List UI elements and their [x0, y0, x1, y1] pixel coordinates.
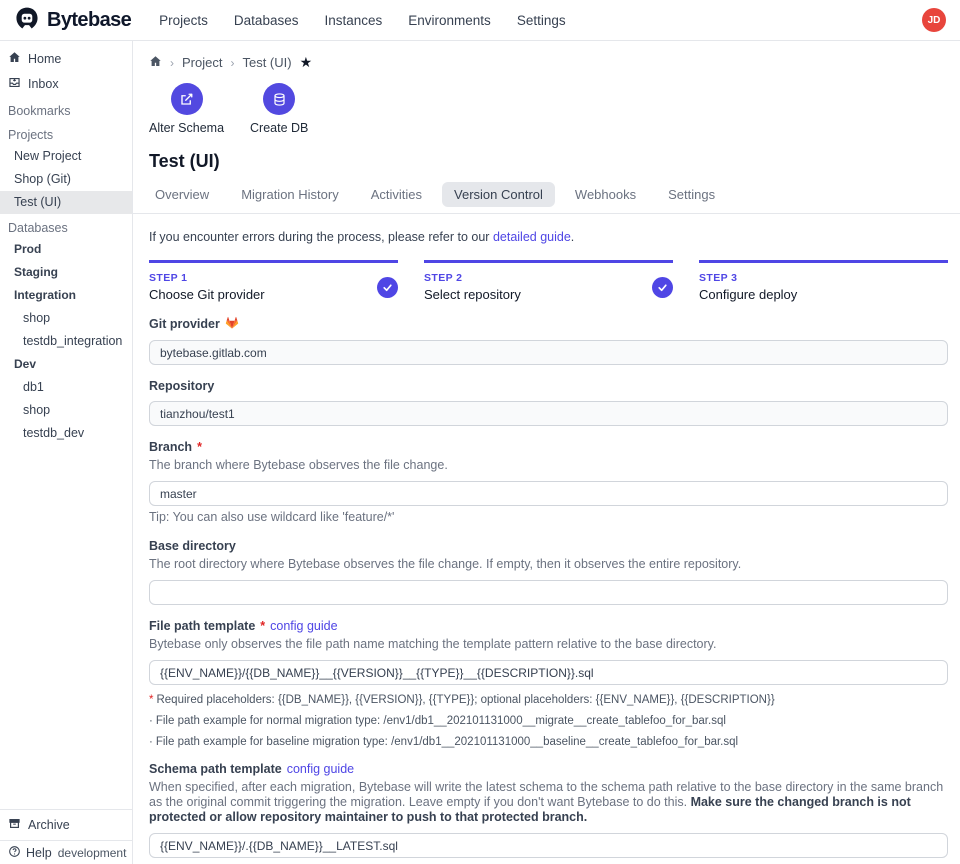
base-directory-field: Base directory The root directory where …	[149, 539, 948, 605]
branch-tip: Tip: You can also use wildcard like 'fea…	[149, 510, 948, 525]
environment-badge: development	[58, 846, 127, 860]
stepper: STEP 1 Choose Git provider STEP 2 Select…	[149, 260, 948, 302]
create-db-button[interactable]: Create DB	[250, 83, 308, 135]
tab-settings[interactable]: Settings	[656, 182, 727, 207]
error-notice: If you encounter errors during the proce…	[149, 230, 948, 244]
sidebar-item-new-project[interactable]: New Project	[0, 145, 132, 168]
git-provider-field: Git provider	[149, 316, 948, 365]
tab-version-control[interactable]: Version Control	[442, 182, 555, 207]
sidebar-env-integration[interactable]: Integration	[0, 284, 132, 307]
breadcrumb-home-icon[interactable]	[149, 55, 162, 71]
file-path-note-example-2: ·File path example for baseline migratio…	[149, 736, 948, 748]
sidebar-db-testdb-integration[interactable]: testdb_integration	[0, 330, 132, 353]
sidebar-item-test-ui[interactable]: Test (UI)	[0, 191, 132, 214]
schema-path-config-guide-link[interactable]: config guide	[287, 762, 354, 776]
user-avatar[interactable]: JD	[922, 8, 946, 32]
branch-input[interactable]	[149, 481, 948, 506]
database-icon	[263, 83, 295, 115]
schema-path-template-field: Schema path template config guide When s…	[149, 762, 948, 864]
sidebar-item-home[interactable]: Home	[0, 47, 132, 72]
detailed-guide-link[interactable]: detailed guide	[493, 230, 571, 244]
alter-schema-button[interactable]: Alter Schema	[149, 83, 224, 135]
nav-link-instances[interactable]: Instances	[324, 13, 382, 28]
nav-links: Projects Databases Instances Environment…	[159, 13, 565, 28]
archive-icon	[8, 817, 21, 833]
breadcrumb: › Project › Test (UI) ★	[133, 41, 960, 71]
step-2: STEP 2 Select repository	[424, 260, 673, 302]
nav-link-environments[interactable]: Environments	[408, 13, 491, 28]
tab-bar: Overview Migration History Activities Ve…	[133, 172, 960, 214]
bytebase-logo-icon	[14, 6, 40, 35]
brand-name: Bytebase	[47, 9, 131, 32]
main-content: › Project › Test (UI) ★ Alter Schema Cre…	[133, 41, 960, 864]
sidebar-db-testdb-dev[interactable]: testdb_dev	[0, 422, 132, 445]
tab-migration-history[interactable]: Migration History	[229, 182, 351, 207]
sidebar-footer: Help development	[0, 840, 132, 864]
favorite-star-icon[interactable]: ★	[300, 54, 313, 71]
tab-overview[interactable]: Overview	[143, 182, 221, 207]
breadcrumb-project-link[interactable]: Project	[182, 55, 222, 70]
check-circle-icon	[377, 277, 398, 298]
file-path-template-field: File path template * config guide Byteba…	[149, 619, 948, 748]
breadcrumb-current[interactable]: Test (UI)	[242, 55, 291, 70]
top-navbar: Bytebase Projects Databases Instances En…	[0, 0, 960, 41]
git-provider-input[interactable]	[149, 340, 948, 365]
home-icon	[8, 51, 21, 68]
breadcrumb-separator: ›	[230, 56, 234, 70]
sidebar-item-archive[interactable]: Archive	[0, 809, 132, 840]
file-path-template-input[interactable]	[149, 660, 948, 685]
sidebar-section-bookmarks: Bookmarks	[0, 97, 132, 121]
sidebar-db-db1[interactable]: db1	[0, 376, 132, 399]
step-3: STEP 3 Configure deploy	[699, 260, 948, 302]
repository-field: Repository	[149, 379, 948, 426]
gitlab-icon	[225, 316, 239, 332]
help-icon	[8, 845, 21, 861]
file-path-note-required: *Required placeholders: {{DB_NAME}}, {{V…	[149, 694, 948, 706]
sidebar-section-projects: Projects	[0, 121, 132, 145]
nav-link-projects[interactable]: Projects	[159, 13, 208, 28]
sidebar-db-shop-dev[interactable]: shop	[0, 399, 132, 422]
check-circle-icon	[652, 277, 673, 298]
breadcrumb-separator: ›	[170, 56, 174, 70]
nav-link-settings[interactable]: Settings	[517, 13, 566, 28]
sidebar-db-shop-integration[interactable]: shop	[0, 307, 132, 330]
sidebar-env-prod[interactable]: Prod	[0, 238, 132, 261]
inbox-icon	[8, 76, 21, 93]
repository-input[interactable]	[149, 401, 948, 426]
edit-icon	[171, 83, 203, 115]
sidebar-env-dev[interactable]: Dev	[0, 353, 132, 376]
schema-path-template-input[interactable]	[149, 833, 948, 858]
quick-actions: Alter Schema Create DB	[133, 71, 960, 135]
sidebar-section-databases: Databases	[0, 214, 132, 238]
help-button[interactable]: Help	[8, 845, 52, 861]
sidebar-item-shop-git[interactable]: Shop (Git)	[0, 168, 132, 191]
file-path-config-guide-link[interactable]: config guide	[270, 619, 337, 633]
sidebar: Home Inbox Bookmarks Projects New Projec…	[0, 41, 133, 864]
page-title: Test (UI)	[133, 135, 960, 172]
step-1: STEP 1 Choose Git provider	[149, 260, 398, 302]
file-path-note-example-1: ·File path example for normal migration …	[149, 715, 948, 727]
branch-field: Branch * The branch where Bytebase obser…	[149, 440, 948, 525]
sidebar-env-staging[interactable]: Staging	[0, 261, 132, 284]
bytebase-logo[interactable]: Bytebase	[14, 6, 131, 35]
tab-activities[interactable]: Activities	[359, 182, 434, 207]
base-directory-input[interactable]	[149, 580, 948, 605]
version-control-panel: If you encounter errors during the proce…	[133, 214, 960, 864]
tab-webhooks[interactable]: Webhooks	[563, 182, 648, 207]
nav-link-databases[interactable]: Databases	[234, 13, 299, 28]
sidebar-item-inbox[interactable]: Inbox	[0, 72, 132, 97]
